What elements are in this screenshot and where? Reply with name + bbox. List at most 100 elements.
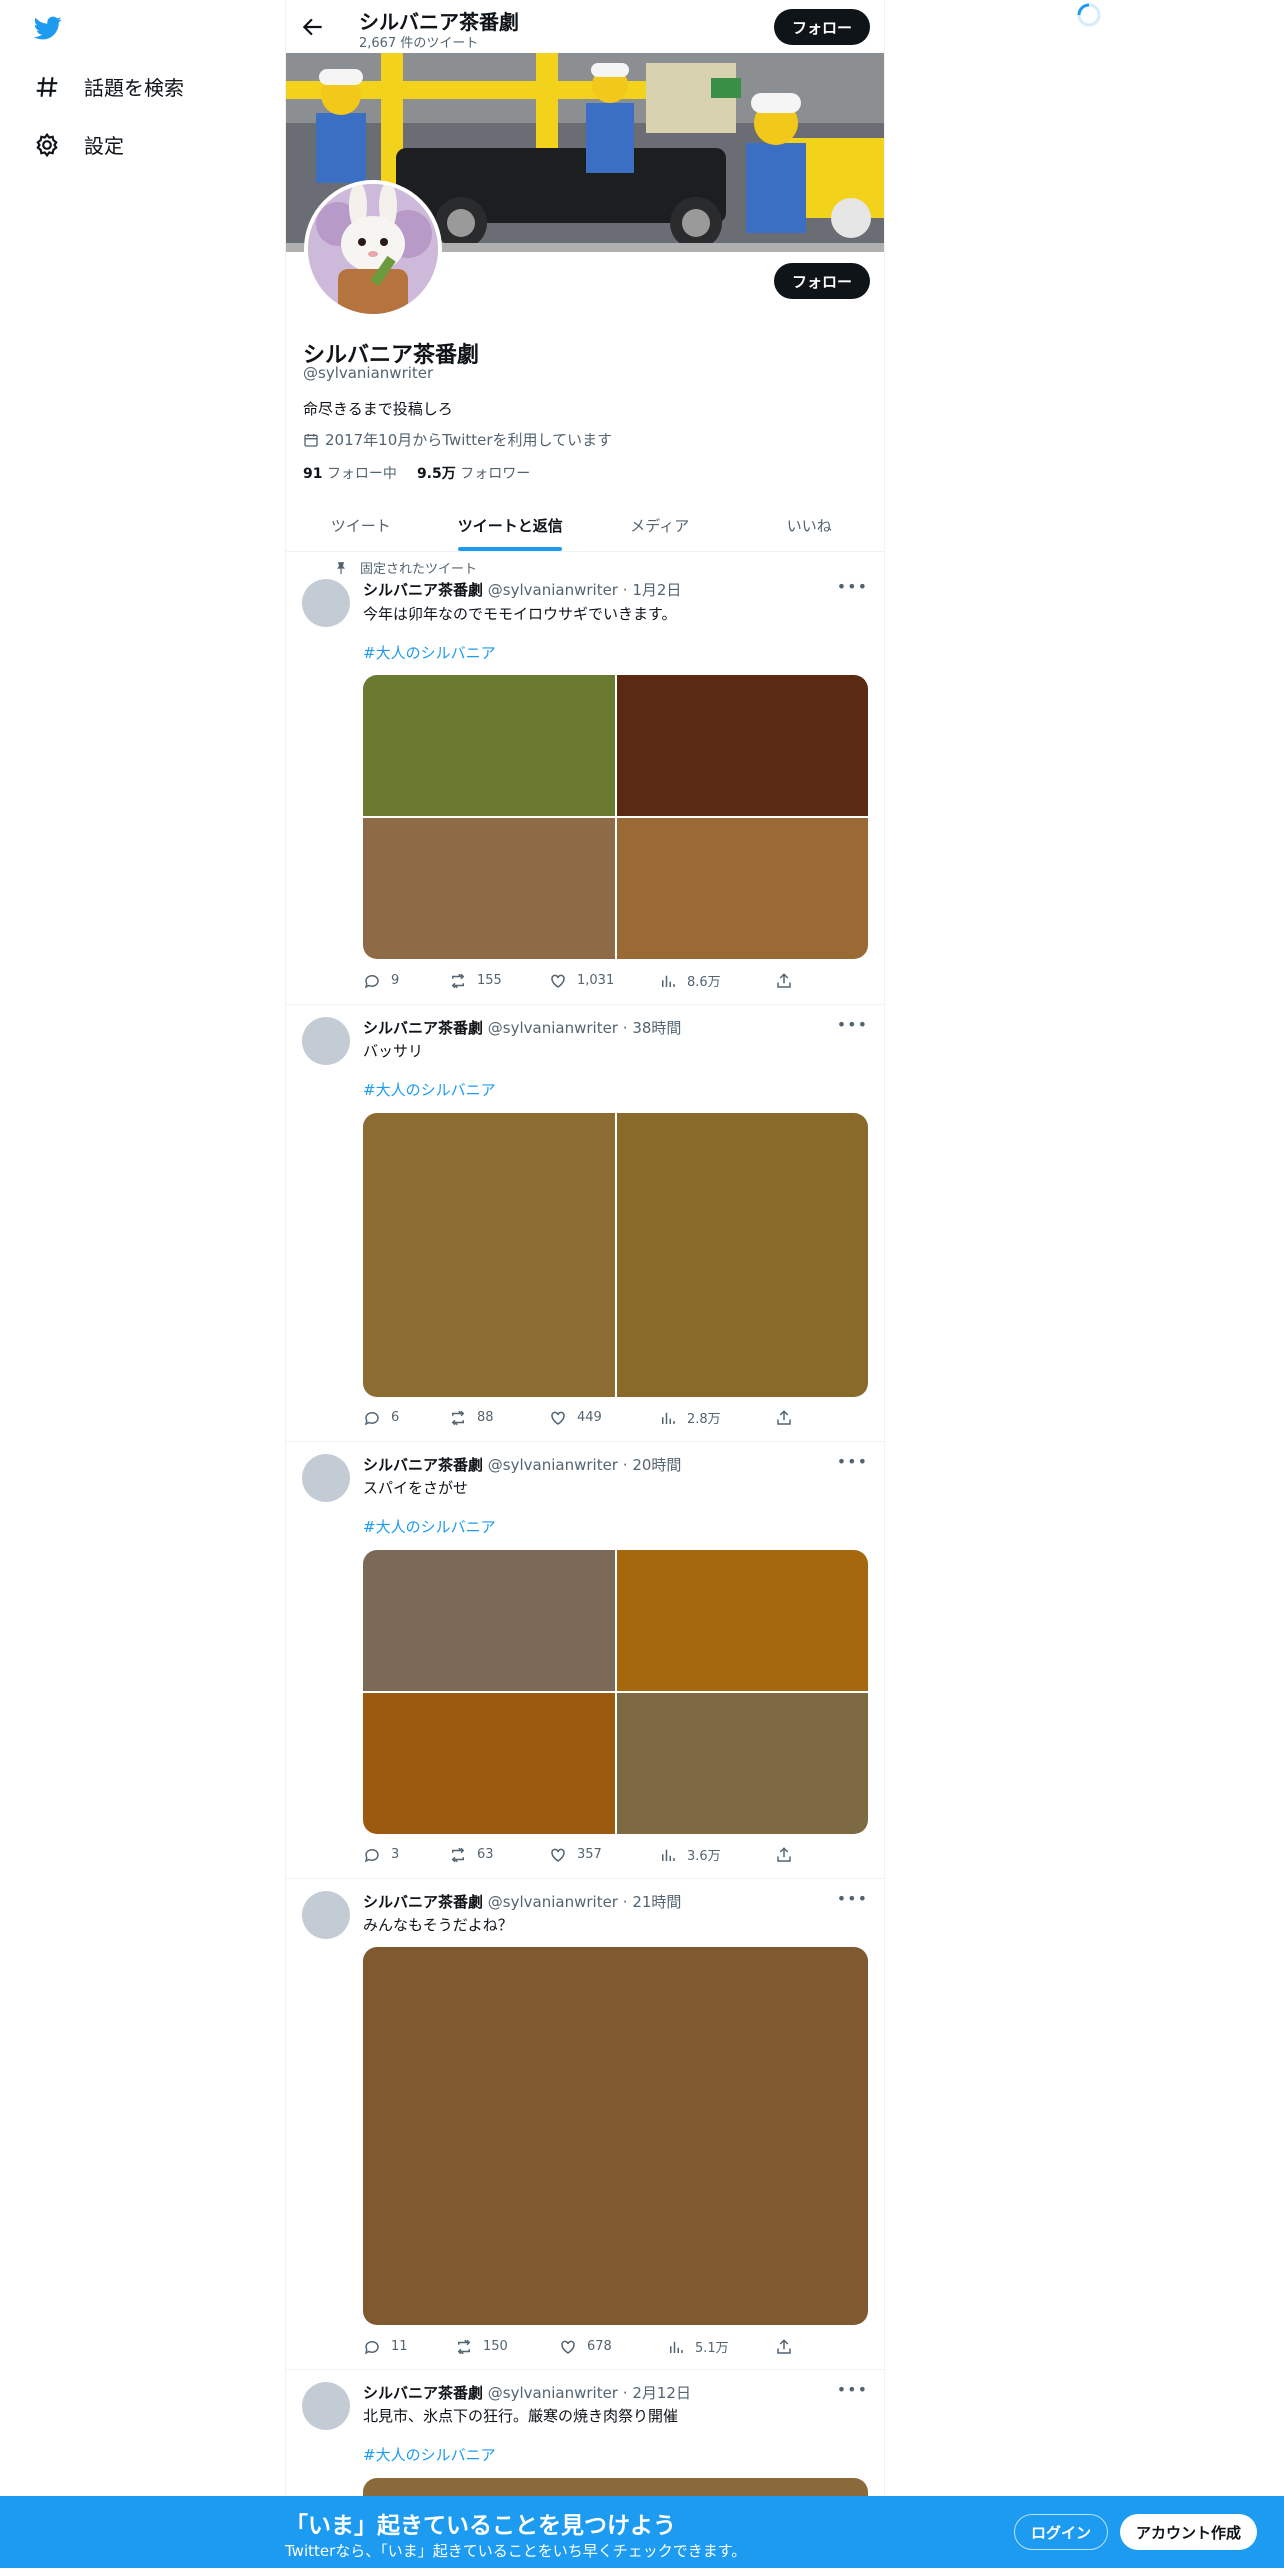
share-button[interactable] — [775, 971, 793, 990]
tab-likes[interactable]: いいね — [735, 500, 885, 551]
tweet-media-grid[interactable] — [363, 675, 868, 959]
retweet-button[interactable]: 88 — [449, 1408, 549, 1427]
views-button[interactable]: 2.8万 — [659, 1408, 775, 1427]
like-button[interactable]: 678 — [559, 2337, 667, 2356]
tweet-media-grid[interactable] — [363, 1947, 868, 2325]
share-button[interactable] — [775, 1408, 793, 1427]
tweet-photo[interactable] — [616, 1113, 868, 1397]
tweet-hashtag[interactable]: #大人のシルバニア — [363, 642, 496, 663]
tweet-avatar[interactable] — [302, 1454, 350, 1502]
profile-avatar[interactable] — [304, 180, 442, 318]
tweet-author-name[interactable]: シルバニア茶番劇 — [363, 1019, 483, 1037]
like-count: 449 — [577, 1410, 602, 1425]
tweet-hashtag[interactable]: #大人のシルバニア — [363, 1079, 496, 1100]
tab-tweets-and-replies[interactable]: ツイートと返信 — [436, 500, 586, 551]
more-options-icon[interactable]: ••• — [837, 1889, 868, 1908]
tab-media[interactable]: メディア — [585, 500, 735, 551]
tweet-avatar[interactable] — [302, 2382, 350, 2430]
reply-button[interactable]: 11 — [363, 2337, 455, 2356]
tweet-author-handle[interactable]: @sylvanianwriter — [488, 1456, 618, 1474]
tweet[interactable]: シルバニア茶番劇 @sylvanianwriter · 38時間 ••• バッサ… — [286, 1005, 884, 1442]
header-follow-button[interactable]: フォロー — [774, 9, 871, 45]
like-button[interactable]: 357 — [549, 1845, 659, 1864]
views-button[interactable]: 5.1万 — [667, 2337, 775, 2356]
views-button[interactable]: 8.6万 — [659, 971, 775, 990]
tweet-author-name[interactable]: シルバニア茶番劇 — [363, 1893, 483, 1911]
like-button[interactable]: 1,031 — [549, 971, 659, 990]
tweet-photo[interactable] — [363, 1693, 615, 1834]
tweet-time[interactable]: 2月12日 — [632, 2384, 691, 2402]
tweet-author-handle[interactable]: @sylvanianwriter — [488, 1893, 618, 1911]
tweet-photo[interactable] — [363, 675, 615, 816]
retweet-button[interactable]: 150 — [455, 2337, 559, 2356]
followers-link[interactable]: 9.5万 フォロワー — [417, 463, 530, 483]
retweet-count: 150 — [483, 2339, 508, 2354]
profile-tabs: ツイート ツイートと返信 メディア いいね — [286, 500, 884, 552]
retweet-button[interactable]: 155 — [449, 971, 549, 990]
reply-icon — [364, 1848, 379, 1862]
tweet-photo[interactable] — [616, 675, 868, 816]
tweet-avatar[interactable] — [302, 579, 350, 627]
tweet-text: 今年は卯年なのでモモイロウサギでいきます。 — [363, 605, 677, 623]
tweet-header: シルバニア茶番劇 @sylvanianwriter · 20時間 — [363, 1456, 682, 1474]
tweet-photo[interactable] — [363, 1113, 615, 1397]
tweet-author-name[interactable]: シルバニア茶番劇 — [363, 581, 483, 599]
gear-icon — [36, 132, 58, 157]
tweet-time[interactable]: 1月2日 — [632, 581, 681, 599]
tweet-author-handle[interactable]: @sylvanianwriter — [488, 1019, 618, 1037]
tweet-hashtag[interactable]: #大人のシルバニア — [363, 2444, 496, 2465]
reply-count: 6 — [391, 1410, 400, 1425]
tweet[interactable]: シルバニア茶番劇 @sylvanianwriter · 1月2日 ••• 今年は… — [286, 555, 884, 1005]
tweet-time[interactable]: 20時間 — [632, 1456, 681, 1474]
signup-banner-title: 「いま」起きていることを見つけよう — [285, 2513, 676, 2539]
main-column: シルバニア茶番劇 2,667 件のツイート フォロー フォロー シルバニア茶番劇… — [285, 0, 885, 2568]
tweet-avatar[interactable] — [302, 1017, 350, 1065]
heart-icon — [551, 974, 565, 988]
share-button[interactable] — [775, 1845, 793, 1864]
more-options-icon[interactable]: ••• — [837, 2380, 868, 2399]
more-options-icon[interactable]: ••• — [837, 577, 868, 596]
nav-explore[interactable]: 話題を検索 — [34, 72, 184, 101]
tweet-actions: 6 88 449 2.8万 — [363, 1408, 793, 1427]
tweet-avatar[interactable] — [302, 1891, 350, 1939]
tweet-author-handle[interactable]: @sylvanianwriter — [488, 581, 618, 599]
tweet-time[interactable]: 21時間 — [632, 1893, 681, 1911]
signup-button[interactable]: アカウント作成 — [1120, 2514, 1258, 2550]
views-button[interactable]: 3.6万 — [659, 1845, 775, 1864]
followers-count: 9.5万 — [416, 466, 456, 482]
tweet[interactable]: シルバニア茶番劇 @sylvanianwriter · 21時間 ••• みんな… — [286, 1879, 884, 2370]
retweet-button[interactable]: 63 — [449, 1845, 549, 1864]
reply-button[interactable]: 3 — [363, 1845, 449, 1864]
tweet-author-name[interactable]: シルバニア茶番劇 — [363, 2384, 483, 2402]
tab-tweets[interactable]: ツイート — [286, 500, 436, 551]
tweet-hashtag[interactable]: #大人のシルバニア — [363, 1516, 496, 1537]
more-options-icon[interactable]: ••• — [837, 1452, 868, 1471]
share-icon — [777, 972, 791, 988]
following-link[interactable]: 91 フォロー中 — [303, 463, 397, 483]
tweet-photo[interactable] — [363, 1550, 615, 1691]
tweet-photo[interactable] — [363, 818, 615, 959]
tweet-media-grid[interactable] — [363, 1550, 868, 1834]
tweet[interactable]: シルバニア茶番劇 @sylvanianwriter · 20時間 ••• スパイ… — [286, 1442, 884, 1879]
profile-follow-button[interactable]: フォロー — [774, 263, 871, 299]
nav-explore-label: 話題を検索 — [84, 76, 184, 100]
tweet-photo[interactable] — [616, 1693, 868, 1834]
like-button[interactable]: 449 — [549, 1408, 659, 1427]
reply-button[interactable]: 6 — [363, 1408, 449, 1427]
login-button[interactable]: ログイン — [1014, 2514, 1109, 2550]
tweet-photo[interactable] — [616, 1550, 868, 1691]
reply-button[interactable]: 9 — [363, 971, 449, 990]
tweet-author-handle[interactable]: @sylvanianwriter — [488, 2384, 618, 2402]
tweet-media-grid[interactable] — [363, 1113, 868, 1397]
nav-settings[interactable]: 設定 — [34, 130, 124, 159]
tweet-author-name[interactable]: シルバニア茶番劇 — [363, 1456, 483, 1474]
tweet-actions: 11 150 678 5.1万 — [363, 2337, 793, 2356]
tweet-photo[interactable] — [363, 1947, 868, 2325]
tweet-text: バッサリ — [363, 1042, 424, 1060]
tweet-time[interactable]: 38時間 — [632, 1019, 681, 1037]
more-options-icon[interactable]: ••• — [837, 1015, 868, 1034]
tweet-photo[interactable] — [616, 818, 868, 959]
twitter-logo-icon[interactable] — [32, 14, 64, 42]
share-button[interactable] — [775, 2337, 793, 2356]
back-arrow-icon[interactable] — [300, 14, 326, 40]
